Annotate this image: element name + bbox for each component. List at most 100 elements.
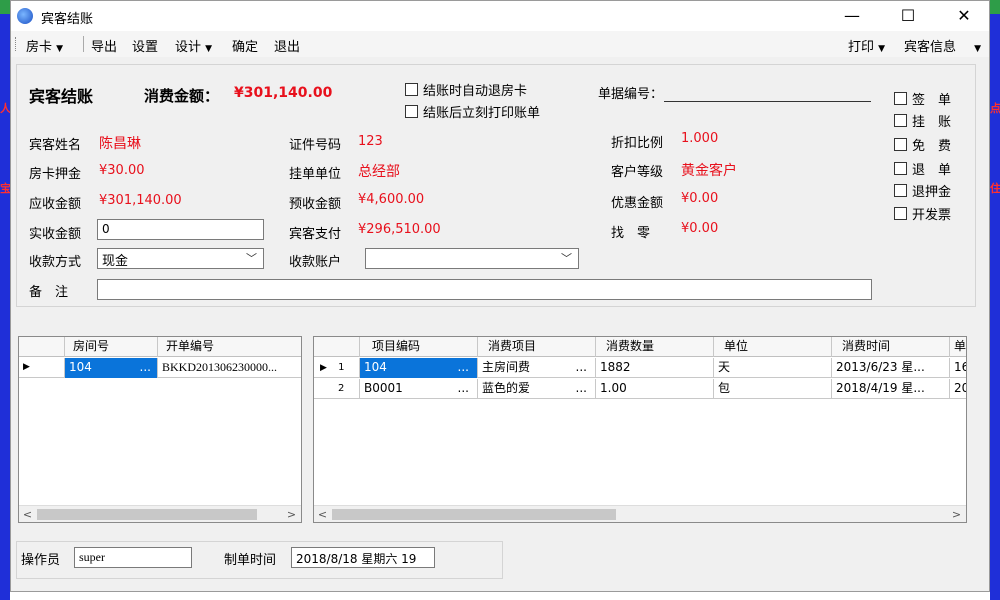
refund-bill-checkbox[interactable]: 退 单 [894,159,951,178]
scroll-thumb[interactable] [332,509,616,520]
extra-cell[interactable]: 16 [950,358,966,378]
print-after-checkbox[interactable]: 结账后立刻打印账单 [405,102,540,121]
toolbar-grip[interactable] [15,37,18,51]
chevron-down-icon: ▼ [974,44,982,54]
table-row[interactable]: ▶ 104... BKKD201306230000... [19,358,301,378]
chevron-down-icon: ﹀ [561,252,572,265]
unit-cell[interactable]: 包 [714,379,832,399]
toolbar-separator [83,36,84,52]
time-field[interactable]: 2018/8/18 星期六 19 [291,547,435,568]
receivable-value: ¥301,140.00 [99,193,182,208]
qty-cell[interactable]: 1.00 [596,379,714,399]
unit-cell[interactable]: 天 [714,358,832,378]
code-cell[interactable]: B0001... [360,379,478,399]
remark-label: 备 注 [29,285,69,300]
fangka-menu[interactable]: 房卡 ▼ [26,36,63,55]
chevron-down-icon: ﹀ [246,252,257,265]
settings-button[interactable]: 设置 [132,36,158,55]
column-header-time[interactable]: 消费时间 [832,337,950,357]
print-menu[interactable]: 打印 ▼ [848,36,885,55]
guest-info-menu[interactable]: 宾客信息 ▼ [904,36,981,55]
chevron-down-icon: ▼ [56,44,64,54]
account-select[interactable]: ﹀ [365,248,579,269]
actual-amount-input[interactable]: 0 [97,219,264,240]
guest-name-label: 宾客姓名 [29,138,82,153]
rooms-grid[interactable]: 房间号 开单编号 ▶ 104... BKKD201306230000... < … [18,336,302,523]
scroll-left-icon[interactable]: < [314,506,331,522]
items-grid[interactable]: 项目编码 消费项目 消费数量 单位 消费时间 单 ▶ 1 104... 主房间费… [313,336,967,523]
time-cell[interactable]: 2018/4/19 星... [832,379,950,399]
column-header-item[interactable]: 消费项目 [478,337,596,357]
page-title: 宾客结账 [29,87,94,106]
checkbox-box[interactable] [894,114,907,127]
design-menu[interactable]: 设计 ▼ [175,36,212,55]
invoice-checkbox[interactable]: 开发票 [894,204,951,223]
time-cell[interactable]: 2013/6/23 星... [832,358,950,378]
room-cell[interactable]: 104... [65,358,158,378]
background-window-right: 点住 [990,0,1000,600]
column-header-room[interactable]: 房间号 [65,337,158,357]
deposit-label: 房卡押金 [29,167,82,182]
export-button[interactable]: 导出 [91,36,117,55]
auto-checkout-checkbox[interactable]: 结账时自动退房卡 [405,80,527,99]
background-window-left: 人宝 [0,0,11,600]
maximize-button[interactable]: ☐ [885,1,931,31]
guest-pay-label: 宾客支付 [289,227,342,242]
checkbox-box[interactable] [894,184,907,197]
rooms-hscrollbar[interactable]: < > [19,505,301,522]
sign-checkbox[interactable]: 签 单 [894,89,951,108]
toolbar: 房卡 ▼ 导出 设置 设计 ▼ 确定 退出 打印 ▼ 宾客信息 ▼ [11,31,989,57]
row-selector-arrow-icon: ▶ [19,358,65,378]
checkbox-box[interactable] [894,162,907,175]
time-label: 制单时间 [224,553,277,568]
items-grid-header: 项目编码 消费项目 消费数量 单位 消费时间 单 [314,337,966,357]
column-header-order[interactable]: 开单编号 [158,337,301,357]
guest-name-value: 陈昌琳 [99,136,141,152]
column-header-extra[interactable]: 单 [950,337,966,357]
bill-no-label: 单据编号： [598,87,664,102]
checkbox-box[interactable] [405,105,418,118]
favor-label: 优惠金额 [611,196,664,211]
row-selector: ▶ 1 [314,358,360,378]
column-header-code[interactable]: 项目编码 [360,337,478,357]
favor-value: ¥0.00 [681,191,719,206]
scroll-thumb[interactable] [37,509,257,520]
close-button[interactable]: ✕ [941,1,987,31]
scroll-right-icon[interactable]: > [948,506,965,522]
minimize-button[interactable]: — [829,1,875,31]
change-value: ¥0.00 [681,221,719,236]
app-icon [17,8,33,24]
refund-deposit-checkbox[interactable]: 退押金 [894,181,951,200]
scroll-left-icon[interactable]: < [19,506,36,522]
items-hscrollbar[interactable]: < > [314,505,966,522]
remark-input[interactable] [97,279,872,300]
column-header-unit[interactable]: 单位 [714,337,832,357]
item-cell[interactable]: 蓝色的爱... [478,379,596,399]
actual-label: 实收金额 [29,227,82,242]
confirm-button[interactable]: 确定 [232,36,258,55]
code-cell[interactable]: 104... [360,358,478,378]
operator-label: 操作员 [21,553,61,568]
free-checkbox[interactable]: 免 费 [894,135,951,154]
operator-field[interactable]: super [74,547,192,568]
extra-cell[interactable]: 20 [950,379,966,399]
checkbox-box[interactable] [894,92,907,105]
column-header-qty[interactable]: 消费数量 [596,337,714,357]
qty-cell[interactable]: 1882 [596,358,714,378]
prepaid-value: ¥4,600.00 [358,192,425,207]
on-account-checkbox[interactable]: 挂 账 [894,111,951,130]
unit-value: 总经部 [358,164,400,180]
scroll-right-icon[interactable]: > [283,506,300,522]
checkbox-box[interactable] [405,83,418,96]
unit-label: 挂单单位 [289,167,342,182]
order-cell[interactable]: BKKD201306230000... [158,358,301,378]
checkbox-box[interactable] [894,207,907,220]
checkbox-box[interactable] [894,138,907,151]
bill-no-field[interactable] [664,101,871,102]
table-row[interactable]: ▶ 1 104... 主房间费... 1882 天 2013/6/23 星...… [314,358,966,378]
account-label: 收款账户 [289,255,342,270]
table-row[interactable]: 2 B0001... 蓝色的爱... 1.00 包 2018/4/19 星...… [314,379,966,399]
item-cell[interactable]: 主房间费... [478,358,596,378]
exit-button[interactable]: 退出 [274,36,300,55]
pay-method-select[interactable]: 现金 ﹀ [97,248,264,269]
